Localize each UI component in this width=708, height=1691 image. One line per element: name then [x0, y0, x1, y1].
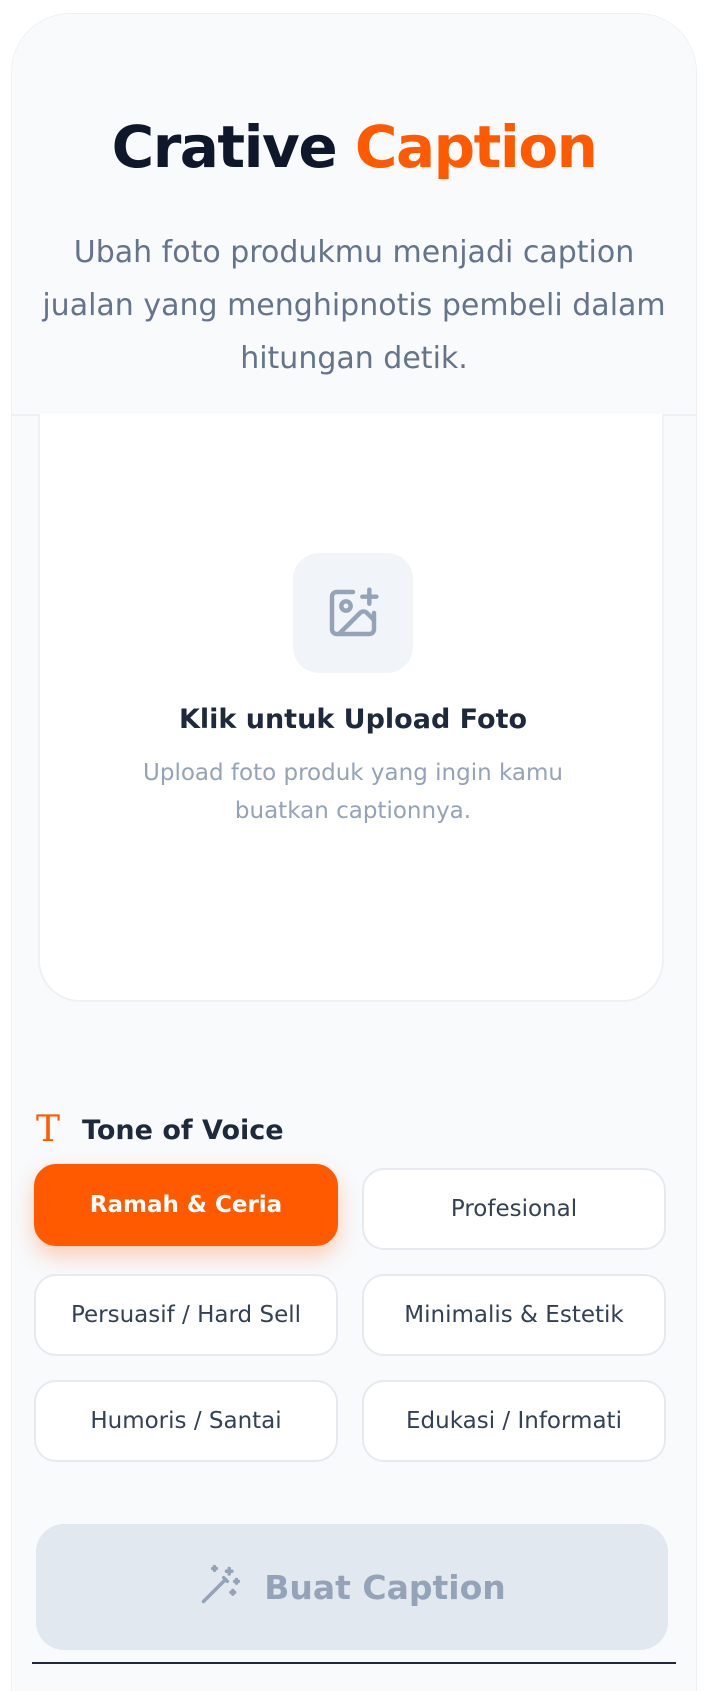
upload-description: Upload foto produk yang ingin kamu buatk… — [143, 760, 563, 824]
image-plus-icon — [293, 553, 413, 673]
header: Crative Caption Ubah foto produkmu menja… — [12, 14, 696, 416]
page-title: Crative Caption — [12, 112, 696, 182]
tone-option-persuasif[interactable]: Persuasif / Hard Sell — [34, 1274, 338, 1356]
tone-option-humoris[interactable]: Humoris / Santai — [34, 1380, 338, 1462]
tone-option-edukasi[interactable]: Edukasi / Informati — [362, 1380, 666, 1462]
tone-option-profesional[interactable]: Profesional — [362, 1168, 666, 1250]
title-part-caption: Caption — [354, 113, 598, 181]
create-caption-button[interactable]: Buat Caption — [36, 1524, 668, 1650]
title-part-crative: Crative — [111, 113, 338, 181]
tone-option-minimalis[interactable]: Minimalis & Estetik — [362, 1274, 666, 1356]
page-subtitle: Ubah foto produkmu menjadi caption juala… — [42, 235, 666, 376]
create-caption-label: Buat Caption — [264, 1567, 506, 1607]
tone-of-voice-label: T Tone of Voice — [36, 1106, 284, 1154]
upload-title: Klik untuk Upload Foto — [178, 704, 528, 735]
tone-option-ramah-ceria[interactable]: Ramah & Ceria — [34, 1164, 338, 1246]
magic-wand-icon — [198, 1563, 242, 1611]
app-screen: Crative Caption Ubah foto produkmu menja… — [12, 14, 696, 1691]
text-t-icon: T — [36, 1109, 61, 1150]
bottom-divider — [32, 1662, 676, 1664]
upload-dropzone[interactable]: Klik untuk Upload Foto Upload foto produ… — [38, 414, 664, 1002]
tone-of-voice-text: Tone of Voice — [82, 1114, 284, 1146]
